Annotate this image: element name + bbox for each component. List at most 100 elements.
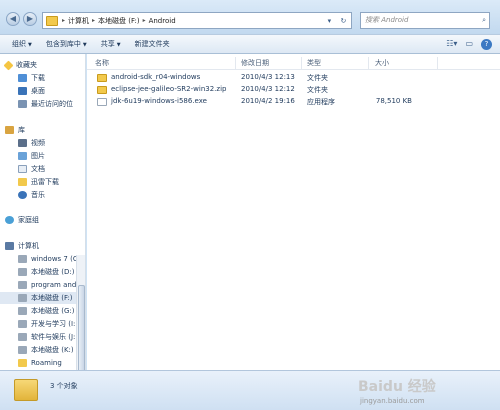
search-input[interactable]: 搜索 Android ⌕ xyxy=(360,12,490,29)
drive-icon xyxy=(18,307,27,315)
library-icon xyxy=(5,126,14,134)
music-icon xyxy=(18,191,27,199)
drive-icon xyxy=(18,255,27,263)
include-in-library-menu[interactable]: 包含到库中 ▼ xyxy=(46,39,87,49)
folder-icon xyxy=(97,74,107,82)
table-row[interactable]: android-sdk_r04-windows 2010/4/3 12:13 文… xyxy=(87,72,500,84)
navigation-pane: 收藏夹 下载 桌面 最近访问的位 库 视频 图片 文档 迅雷下载 音乐 家庭组 xyxy=(0,54,86,370)
sidebar-item-drive-i[interactable]: 开发与学习 (I: xyxy=(18,318,75,330)
organize-menu[interactable]: 组织 ▼ xyxy=(12,39,32,49)
sidebar-item-drive-g[interactable]: 本地磁盘 (G:) xyxy=(18,305,74,317)
item-count: 3 个对象 xyxy=(50,382,78,390)
column-header-size[interactable]: 大小 xyxy=(375,58,389,69)
table-row[interactable]: jdk-6u19-windows-i586.exe 2010/4/2 19:16… xyxy=(87,96,500,108)
breadcrumb-drive[interactable]: 本地磁盘 (F:) xyxy=(98,16,140,26)
sidebar-item-videos[interactable]: 视频 xyxy=(18,137,45,149)
file-type: 文件夹 xyxy=(307,86,328,94)
file-list: 名称 修改日期 类型 大小 android-sdk_r04-windows 20… xyxy=(87,54,500,370)
sidebar-item-drive-d[interactable]: 本地磁盘 (D:) xyxy=(18,266,74,278)
file-name: jdk-6u19-windows-i586.exe xyxy=(111,97,207,105)
drive-icon xyxy=(18,268,27,276)
sidebar-item-drive-k[interactable]: 本地磁盘 (K:) xyxy=(18,344,74,356)
column-divider[interactable] xyxy=(235,57,236,69)
help-icon[interactable]: ? xyxy=(481,39,492,50)
column-header-modified[interactable]: 修改日期 xyxy=(241,58,269,69)
sidebar-item-roaming[interactable]: Roaming xyxy=(18,357,62,369)
sidebar-item-pictures[interactable]: 图片 xyxy=(18,150,45,162)
chevron-right-icon: ▸ xyxy=(92,17,96,24)
chevron-down-icon[interactable]: ▾ xyxy=(328,17,332,25)
sidebar-item-thunder-downloads[interactable]: 迅雷下载 xyxy=(18,176,59,188)
drive-icon xyxy=(18,294,27,302)
watermark-url: jingyan.baidu.com xyxy=(360,397,425,405)
drive-icon xyxy=(18,281,27,289)
sidebar-libraries[interactable]: 库 xyxy=(5,124,25,136)
sidebar-item-music[interactable]: 音乐 xyxy=(18,189,45,201)
file-type: 文件夹 xyxy=(307,74,328,82)
file-modified: 2010/4/3 12:12 xyxy=(241,85,295,93)
forward-button[interactable]: ▶ xyxy=(23,12,37,26)
chevron-right-icon: ▸ xyxy=(142,17,146,24)
column-divider[interactable] xyxy=(368,57,369,69)
file-name: eclipse-jee-galileo-SR2-win32.zip xyxy=(111,85,227,93)
sidebar-item-downloads[interactable]: 下载 xyxy=(18,72,45,84)
sidebar-favorites[interactable]: 收藏夹 xyxy=(3,59,37,71)
download-icon xyxy=(18,74,27,82)
sidebar-item-drive-c[interactable]: windows 7 (C xyxy=(18,253,78,265)
title-bar: ◀ ▶ ▸ 计算机 ▸ 本地磁盘 (F:) ▸ Android ▾ ↻ 搜索 A… xyxy=(0,0,500,34)
share-menu[interactable]: 共享 ▼ xyxy=(101,39,121,49)
documents-icon xyxy=(18,165,27,173)
sidebar-item-drive-e[interactable]: program and xyxy=(18,279,76,291)
video-icon xyxy=(18,139,27,147)
sidebar-homegroup[interactable]: 家庭组 xyxy=(5,214,39,226)
watermark: Baidu 经验 jingyan.baidu.com xyxy=(352,376,500,410)
folder-icon xyxy=(97,86,107,94)
pictures-icon xyxy=(18,152,27,160)
sidebar-item-drive-f[interactable]: 本地磁盘 (F:) xyxy=(0,292,85,304)
back-icon: ◀ xyxy=(9,14,17,23)
desktop-icon xyxy=(18,87,27,95)
column-header-name[interactable]: 名称 xyxy=(95,58,109,69)
back-button[interactable]: ◀ xyxy=(6,12,20,26)
drive-icon xyxy=(18,333,27,341)
breadcrumb-folder[interactable]: Android xyxy=(149,17,176,25)
file-modified: 2010/4/3 12:13 xyxy=(241,73,295,81)
chevron-right-icon: ▸ xyxy=(62,17,66,24)
search-icon[interactable]: ⌕ xyxy=(482,13,486,28)
search-placeholder: 搜索 Android xyxy=(365,16,409,24)
sidebar-item-documents[interactable]: 文档 xyxy=(18,163,45,175)
homegroup-icon xyxy=(5,216,14,224)
table-row[interactable]: eclipse-jee-galileo-SR2-win32.zip 2010/4… xyxy=(87,84,500,96)
column-header-type[interactable]: 类型 xyxy=(307,58,321,69)
file-size: 78,510 KB xyxy=(375,97,412,105)
file-modified: 2010/4/2 19:16 xyxy=(241,97,295,105)
command-bar: 组织 ▼ 包含到库中 ▼ 共享 ▼ 新建文件夹 ☷▾ ▭ ? xyxy=(0,34,500,54)
file-type: 应用程序 xyxy=(307,98,335,106)
header-separator xyxy=(87,69,500,70)
sidebar-item-drive-j[interactable]: 软件与娱乐 (J: xyxy=(18,331,75,343)
sidebar-item-recent[interactable]: 最近访问的位 xyxy=(18,98,73,110)
refresh-icon[interactable]: ↻ xyxy=(340,17,346,25)
recent-places-icon xyxy=(18,100,27,108)
computer-icon xyxy=(5,242,14,250)
folder-icon xyxy=(18,178,27,186)
new-folder-button[interactable]: 新建文件夹 xyxy=(135,39,170,49)
scrollbar-thumb[interactable] xyxy=(78,285,85,370)
drive-icon xyxy=(18,346,27,354)
forward-icon: ▶ xyxy=(26,14,34,23)
preview-pane-icon[interactable]: ▭ xyxy=(465,39,473,50)
folder-icon xyxy=(46,15,58,26)
star-icon xyxy=(3,60,14,70)
address-bar[interactable]: ▸ 计算机 ▸ 本地磁盘 (F:) ▸ Android ▾ ↻ xyxy=(42,12,352,29)
column-divider[interactable] xyxy=(437,57,438,69)
sidebar-computer[interactable]: 计算机 xyxy=(5,240,39,252)
view-icon[interactable]: ☷▾ xyxy=(446,39,457,50)
column-divider[interactable] xyxy=(301,57,302,69)
breadcrumb-computer[interactable]: 计算机 xyxy=(68,16,89,26)
sidebar-scrollbar[interactable] xyxy=(76,255,85,370)
exe-icon xyxy=(97,98,107,106)
sidebar-item-desktop[interactable]: 桌面 xyxy=(18,85,45,97)
drive-icon xyxy=(18,320,27,328)
file-name: android-sdk_r04-windows xyxy=(111,73,201,81)
folder-icon xyxy=(18,359,27,367)
